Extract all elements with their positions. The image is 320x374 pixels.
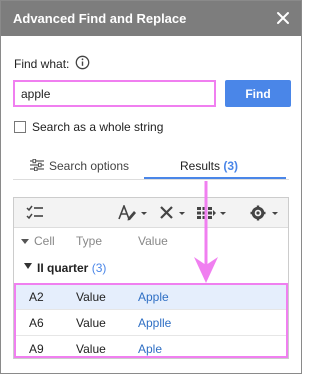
table-row[interactable]: A2 Value Apple: [15, 284, 287, 309]
row-cell: A2: [29, 290, 44, 304]
tab-divider: [13, 179, 289, 180]
dialog-titlebar: Advanced Find and Replace: [1, 1, 301, 36]
checklist-icon[interactable]: [26, 205, 44, 221]
row-value[interactable]: Applle: [138, 316, 171, 330]
row-value[interactable]: Aple: [138, 342, 162, 356]
tab-search-options[interactable]: Search options: [1, 149, 143, 179]
results-panel: Cell Type Value II quarter (3) A2 Value …: [13, 197, 289, 359]
row-cell: A9: [29, 342, 44, 356]
tab-results-count: (3): [223, 159, 239, 173]
collapse-caret-icon[interactable]: [24, 262, 32, 270]
text-format-icon[interactable]: [118, 205, 148, 221]
settings-icon[interactable]: [250, 205, 280, 221]
find-button[interactable]: Find: [225, 80, 291, 107]
table-row[interactable]: A6 Value Applle: [15, 310, 287, 335]
tab-search-options-label: Search options: [49, 159, 130, 173]
row-type: Value: [76, 316, 106, 330]
columns-icon[interactable]: [196, 205, 228, 221]
tab-results-text: Results: [180, 159, 221, 173]
row-type: Value: [76, 342, 106, 356]
find-what-label: Find what:: [14, 57, 70, 71]
row-value[interactable]: Apple: [138, 290, 169, 304]
column-header-cell[interactable]: Cell: [34, 234, 55, 248]
group-label: II quarter (3): [37, 261, 106, 275]
table-row[interactable]: A9 Value Aple: [15, 336, 287, 361]
whole-string-label[interactable]: Search as a whole string: [32, 120, 163, 134]
whole-string-checkbox[interactable]: [14, 121, 26, 133]
find-replace-dialog: Advanced Find and Replace Find what: Fin…: [0, 0, 302, 374]
column-header-value[interactable]: Value: [138, 234, 168, 248]
sliders-icon: [30, 159, 44, 171]
result-group[interactable]: II quarter (3): [14, 256, 288, 280]
results-toolbar: [14, 198, 288, 228]
column-header-type[interactable]: Type: [76, 234, 102, 248]
row-type: Value: [76, 290, 106, 304]
group-count: (3): [91, 261, 107, 275]
row-cell: A6: [29, 316, 44, 330]
find-what-input[interactable]: [13, 80, 216, 107]
dialog-title: Advanced Find and Replace: [13, 11, 187, 26]
close-icon[interactable]: [274, 9, 292, 27]
sort-caret-icon[interactable]: [21, 239, 29, 245]
group-name: II quarter: [37, 261, 89, 275]
delete-icon[interactable]: [159, 205, 187, 221]
tab-results-label: Results (3): [180, 159, 238, 173]
tab-results[interactable]: Results (3): [144, 149, 286, 179]
info-icon[interactable]: [75, 55, 90, 70]
